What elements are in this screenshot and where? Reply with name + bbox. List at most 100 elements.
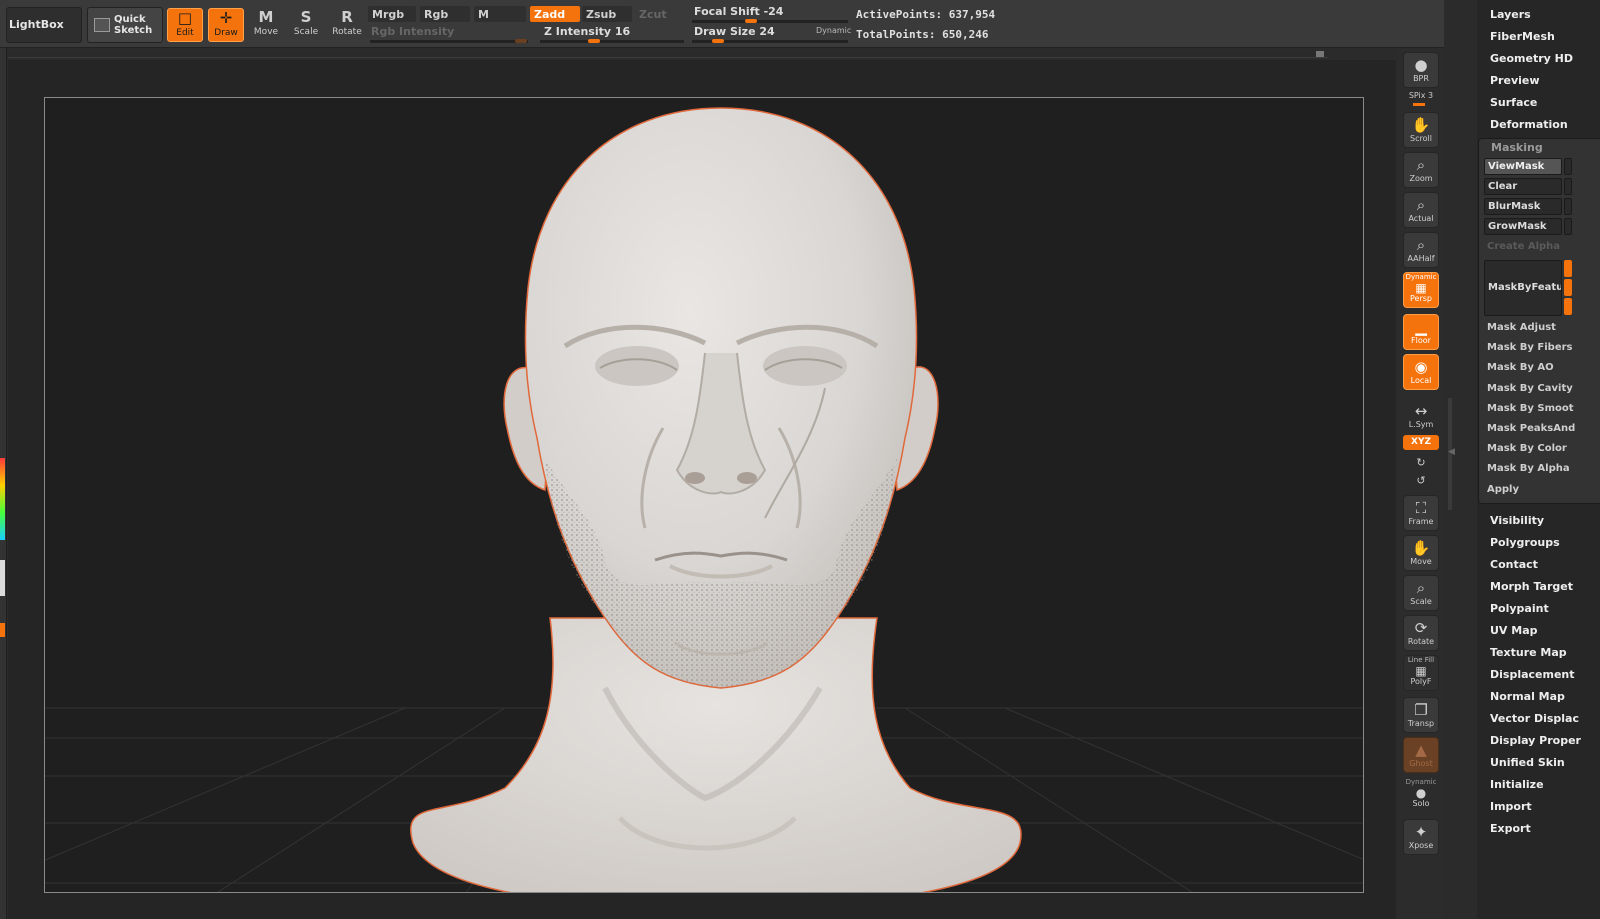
rgb-intensity-slider[interactable]: Rgb Intensity [371, 25, 454, 38]
draw-size-slider[interactable]: Draw Size 24 [694, 25, 775, 38]
solo-button[interactable]: Dynamic ● Solo [1403, 777, 1439, 813]
focal-shift-track[interactable] [692, 20, 848, 23]
z-intensity-slider[interactable]: Z Intensity 16 [544, 25, 630, 38]
spix-slider[interactable]: SPix 3 [1400, 91, 1442, 100]
sculpt-view[interactable] [45, 98, 1364, 893]
collapse-arrow-icon[interactable]: ◀ [1448, 447, 1455, 457]
local-button[interactable]: ◉ Local [1403, 354, 1439, 390]
clear-mask-button[interactable]: Clear [1484, 178, 1562, 195]
rotate-view-button[interactable]: ⟳ Rotate [1403, 615, 1439, 651]
move-button[interactable]: M Move [248, 8, 284, 42]
move-view-button[interactable]: ✋ Move [1403, 535, 1439, 571]
draw-size-knob[interactable] [712, 39, 724, 43]
menu-unified-skin[interactable]: Unified Skin [1490, 756, 1565, 769]
rotate-z-icon[interactable]: ↺ [1400, 474, 1442, 487]
menu-deformation[interactable]: Deformation [1490, 118, 1568, 131]
mask-by-smoothness-item[interactable]: Mask By Smoot [1487, 403, 1574, 414]
mask-peaks-valleys-item[interactable]: Mask PeaksAnd [1487, 423, 1575, 434]
growmask-slider[interactable] [1564, 218, 1572, 235]
menu-polypaint[interactable]: Polypaint [1490, 602, 1549, 615]
viewmask-slider[interactable] [1564, 158, 1572, 175]
menu-morph-target[interactable]: Morph Target [1490, 580, 1573, 593]
feature-groups-toggle[interactable] [1564, 279, 1572, 296]
menu-uv-map[interactable]: UV Map [1490, 624, 1538, 637]
focal-shift-knob[interactable] [745, 19, 757, 23]
blurmask-slider[interactable] [1564, 198, 1572, 215]
frame-button[interactable]: ⛶ Frame [1403, 495, 1439, 531]
spix-knob[interactable] [1413, 103, 1425, 106]
color-strip[interactable] [0, 458, 5, 540]
persp-button[interactable]: Dynamic ▦ Persp [1403, 272, 1439, 308]
menu-layers[interactable]: Layers [1490, 8, 1531, 21]
lightbox-button[interactable]: LightBox [6, 7, 82, 43]
rgb-intensity-knob[interactable] [515, 39, 527, 43]
menu-normal-map[interactable]: Normal Map [1490, 690, 1565, 703]
menu-displacement[interactable]: Displacement [1490, 668, 1575, 681]
m-button[interactable]: M [474, 6, 526, 22]
menu-import[interactable]: Import [1490, 800, 1532, 813]
feature-border-toggle[interactable] [1564, 260, 1572, 277]
floor-button[interactable]: ▁ Floor [1403, 314, 1439, 350]
xpose-button[interactable]: ✦ Xpose [1403, 819, 1439, 855]
quick-sketch-button[interactable]: Quick Sketch [87, 7, 163, 43]
scroll-button[interactable]: ✋ Scroll [1403, 112, 1439, 148]
zoom-button[interactable]: ⌕ Zoom [1403, 152, 1439, 188]
main-color-swatch[interactable] [0, 560, 5, 596]
draw-button[interactable]: ✛ Draw [208, 8, 244, 42]
zcut-button[interactable]: Zcut [635, 6, 685, 22]
mask-by-cavity-item[interactable]: Mask By Cavity [1487, 383, 1573, 394]
zsub-button[interactable]: Zsub [582, 6, 632, 22]
z-intensity-track[interactable] [540, 40, 684, 43]
aahalf-button[interactable]: ⌕ AAHalf [1403, 232, 1439, 268]
focal-shift-slider[interactable]: Focal Shift -24 [694, 5, 783, 18]
left-tray[interactable] [0, 48, 7, 919]
actual-button[interactable]: ⌕ Actual [1403, 192, 1439, 228]
menu-fibermesh[interactable]: FiberMesh [1490, 30, 1555, 43]
zadd-button[interactable]: Zadd [530, 6, 580, 22]
menu-texture-map[interactable]: Texture Map [1490, 646, 1567, 659]
blurmask-button[interactable]: BlurMask [1484, 198, 1562, 215]
menu-polygroups[interactable]: Polygroups [1490, 536, 1560, 549]
bpr-button[interactable]: ● BPR [1403, 52, 1439, 88]
polyf-button[interactable]: Line Fill ▦ PolyF [1403, 655, 1439, 691]
growmask-button[interactable]: GrowMask [1484, 218, 1562, 235]
menu-contact[interactable]: Contact [1490, 558, 1538, 571]
mask-by-ao-item[interactable]: Mask By AO [1487, 362, 1554, 373]
menu-surface[interactable]: Surface [1490, 96, 1537, 109]
menu-geometry-hd[interactable]: Geometry HD [1490, 52, 1573, 65]
ghost-button[interactable]: ▲ Ghost [1403, 737, 1439, 773]
accent-swatch[interactable] [0, 623, 5, 637]
rgb-intensity-track[interactable] [370, 40, 528, 43]
mask-adjust-item[interactable]: Mask Adjust [1487, 322, 1556, 333]
panel-divider[interactable]: ◀ [1444, 0, 1477, 919]
menu-preview[interactable]: Preview [1490, 74, 1540, 87]
transp-button[interactable]: ❐ Transp [1403, 697, 1439, 733]
scale-view-button[interactable]: ⌕ Scale [1403, 575, 1439, 611]
scale-button[interactable]: S Scale [288, 8, 324, 42]
head-model[interactable] [410, 107, 1022, 893]
menu-initialize[interactable]: Initialize [1490, 778, 1544, 791]
mask-by-alpha-item[interactable]: Mask By Alpha [1487, 463, 1570, 474]
rgb-button[interactable]: Rgb [420, 6, 470, 22]
mask-by-fibers-item[interactable]: Mask By Fibers [1487, 342, 1573, 353]
masking-header[interactable]: Masking [1491, 141, 1543, 154]
dynamic-toggle[interactable]: Dynamic [816, 26, 851, 35]
maskbyfeature-button[interactable]: MaskByFeatur [1484, 260, 1562, 316]
create-alpha-button[interactable]: Create Alpha [1487, 241, 1560, 252]
clear-slider[interactable] [1564, 178, 1572, 195]
apply-mask-button[interactable]: Apply [1487, 484, 1519, 495]
menu-display-properties[interactable]: Display Proper [1490, 734, 1581, 747]
lsym-button[interactable]: ↔ L.Sym [1403, 398, 1439, 434]
rotate-y-icon[interactable]: ↻ [1400, 456, 1442, 469]
mrgb-button[interactable]: Mrgb [368, 6, 416, 22]
viewport-scrollbar[interactable] [8, 50, 1328, 58]
rotate-button[interactable]: R Rotate [329, 8, 365, 42]
xyz-button[interactable]: XYZ [1403, 435, 1439, 450]
menu-visibility[interactable]: Visibility [1490, 514, 1544, 527]
mask-by-color-item[interactable]: Mask By Color [1487, 443, 1567, 454]
menu-export[interactable]: Export [1490, 822, 1531, 835]
viewmask-button[interactable]: ViewMask [1484, 158, 1562, 175]
scrollbar-thumb[interactable] [1316, 51, 1324, 57]
z-intensity-knob[interactable] [588, 39, 600, 43]
edit-button[interactable]: □ Edit [167, 8, 203, 42]
